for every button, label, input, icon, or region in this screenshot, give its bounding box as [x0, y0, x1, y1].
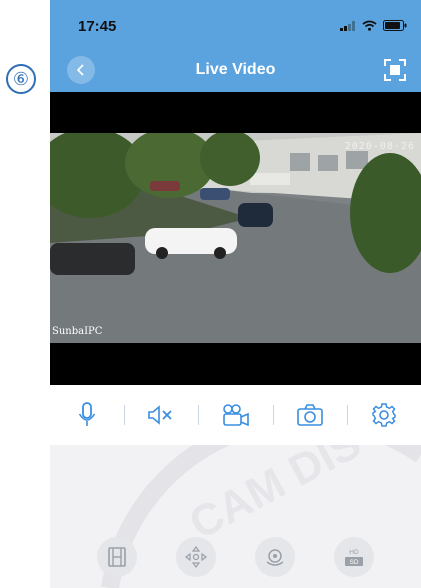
ptz-button[interactable] — [176, 537, 217, 577]
quality-toggle-button[interactable]: HD SD — [333, 537, 374, 577]
back-button[interactable] — [67, 56, 95, 84]
signal-icon — [340, 20, 355, 31]
playback-button[interactable] — [97, 537, 138, 577]
status-time: 17:45 — [78, 18, 117, 35]
chevron-left-icon — [76, 64, 84, 76]
fullscreen-icon — [384, 59, 406, 81]
status-bar: 17:45 — [50, 0, 421, 48]
record-button[interactable] — [198, 385, 272, 445]
battery-icon — [383, 20, 407, 31]
wifi-icon — [362, 20, 377, 31]
function-row: HD SD — [50, 537, 421, 577]
video-control-bar — [50, 385, 421, 445]
status-icons — [340, 20, 407, 31]
preset-icon — [266, 549, 284, 566]
mute-button[interactable] — [124, 385, 198, 445]
camera-name-overlay: SunbaIPC — [52, 326, 103, 337]
watermark-text: CAM DIS — [182, 445, 369, 549]
camera-feed: 2020-08-26 SunbaIPC — [50, 133, 421, 343]
step-number-badge: ⑥ — [6, 64, 36, 94]
sd-label: SD — [349, 559, 358, 566]
snapshot-button[interactable] — [272, 385, 347, 445]
phone-screen: 17:45 Live Video 2020-08-26 SunbaIPC CAM… — [50, 0, 421, 588]
preset-button[interactable] — [254, 537, 295, 577]
camera-icon — [296, 404, 323, 426]
ptz-directions-icon — [185, 546, 208, 568]
navigation-bar: Live Video — [50, 48, 421, 92]
settings-button[interactable] — [346, 385, 421, 445]
hd-sd-icon: HD SD — [344, 549, 363, 566]
hd-label: HD — [349, 549, 359, 556]
speaker-mute-icon — [148, 405, 172, 425]
camera-feed-scene — [50, 133, 421, 343]
fullscreen-button[interactable] — [383, 58, 407, 82]
function-panel: CAM DIS HD SD — [50, 445, 421, 588]
video-timestamp-overlay: 2020-08-26 — [344, 141, 415, 152]
video-record-icon — [222, 404, 249, 426]
live-video-player[interactable]: 2020-08-26 SunbaIPC — [50, 92, 421, 385]
microphone-button[interactable] — [50, 385, 124, 445]
film-icon — [108, 547, 127, 567]
microphone-icon — [78, 402, 96, 426]
gear-icon — [372, 403, 396, 427]
page-title: Live Video — [195, 61, 276, 78]
